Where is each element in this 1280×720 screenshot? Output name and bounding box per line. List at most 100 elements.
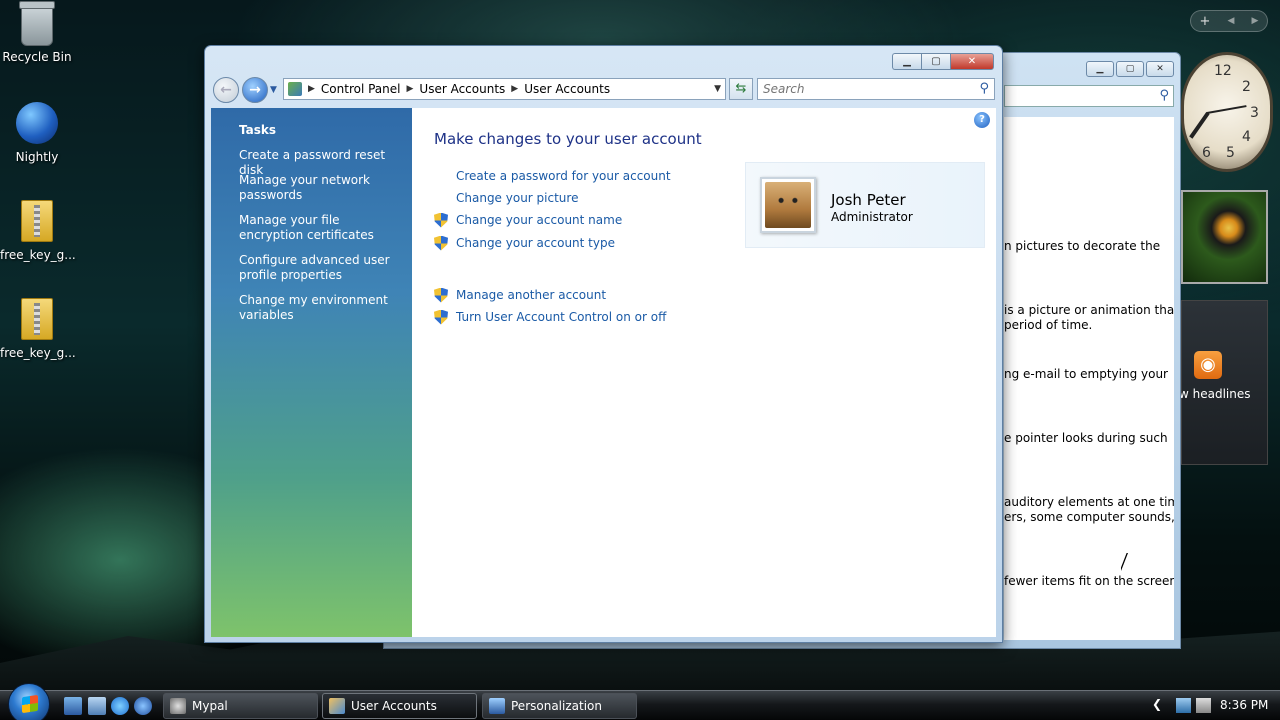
start-button[interactable] <box>8 683 50 720</box>
forward-button[interactable]: → <box>242 77 268 103</box>
refresh-button[interactable]: ⇆ <box>729 78 753 100</box>
maximize-button[interactable]: ▢ <box>921 53 950 70</box>
description-text: ers, some computer sounds, <box>1004 510 1174 524</box>
action-label[interactable]: Create a password for your account <box>456 169 671 183</box>
minimize-button[interactable]: ▁ <box>1086 61 1114 77</box>
volume-muted-icon[interactable] <box>1196 698 1211 713</box>
breadcrumb-item[interactable]: User Accounts <box>419 82 505 96</box>
show-hidden-icons-arrow[interactable]: ❮ <box>1152 697 1162 711</box>
task-link-network-passwords[interactable]: Manage your network passwords <box>239 173 404 203</box>
create-password-link[interactable]: Create a password for your account <box>434 167 671 185</box>
clock-gadget[interactable]: 12 2 3 4 5 6 <box>1181 52 1273 172</box>
robot-avatar-icon <box>765 182 811 228</box>
search-input[interactable]: ⚲ <box>1004 85 1174 107</box>
avatar[interactable] <box>760 177 816 233</box>
close-button[interactable]: ✕ <box>1146 61 1174 77</box>
desktop-icon-free-key-1[interactable]: free_key_g... <box>0 200 76 262</box>
user-accounts-window[interactable]: ▁ ▢ ✕ ← → ▼ ▶ Control Panel ▶ User Accou… <box>204 45 1003 643</box>
description-text: fewer items fit on the screen. <box>1004 574 1174 588</box>
clock-minute-hand <box>1206 105 1247 114</box>
clock-hour-hand <box>1189 111 1210 139</box>
feed-headlines-label: w headlines <box>1179 387 1251 401</box>
nightly-quicklaunch-icon[interactable] <box>134 697 152 715</box>
show-desktop-icon[interactable] <box>64 697 82 715</box>
user-account-card: Josh Peter Administrator <box>745 162 985 248</box>
taskbar: Mypal User Accounts Personalization ❮ 8:… <box>0 683 1280 720</box>
clock-number: 2 <box>1242 79 1251 95</box>
description-text: period of time. <box>1004 318 1093 332</box>
rss-feed-icon: ◉ <box>1194 351 1222 379</box>
window-controls: ▁ ▢ ✕ <box>892 53 994 70</box>
action-label[interactable]: Turn User Account Control on or off <box>456 310 666 324</box>
manage-another-account-link[interactable]: Manage another account <box>434 286 606 304</box>
close-button[interactable]: ✕ <box>950 53 994 70</box>
action-label[interactable]: Change your picture <box>456 191 578 205</box>
network-icon[interactable] <box>1176 698 1191 713</box>
uac-shield-icon <box>434 309 448 325</box>
action-label[interactable]: Change your account name <box>456 213 622 227</box>
navigation-bar: ← → ▼ ▶ Control Panel ▶ User Accounts ▶ … <box>213 77 995 103</box>
change-account-type-link[interactable]: Change your account type <box>434 234 615 252</box>
desktop-icon-recycle-bin[interactable]: Recycle Bin <box>0 1 74 64</box>
user-role: Administrator <box>831 210 913 224</box>
recent-pages-dropdown[interactable]: ▼ <box>270 85 277 95</box>
maximize-button[interactable]: ▢ <box>1116 61 1144 77</box>
back-button[interactable]: ← <box>213 77 239 103</box>
feed-headlines-gadget[interactable]: ◉ w headlines <box>1179 300 1268 465</box>
breadcrumb-separator[interactable]: ▶ <box>308 82 315 96</box>
description-text: e pointer looks during such <box>1004 431 1168 445</box>
address-dropdown-icon[interactable]: ▼ <box>714 84 721 94</box>
desktop-icon-nightly[interactable]: Nightly <box>0 102 74 164</box>
search-icon[interactable]: ⚲ <box>1159 88 1169 103</box>
task-link-profile-properties[interactable]: Configure advanced user profile properti… <box>239 253 404 283</box>
breadcrumb-separator[interactable]: ▶ <box>407 82 414 96</box>
switch-windows-icon[interactable] <box>88 697 106 715</box>
clock-number: 4 <box>1242 129 1251 145</box>
search-icon[interactable]: ⚲ <box>979 81 989 96</box>
taskbar-button-label: Personalization <box>511 699 602 713</box>
sidebar-gadget-toolbar[interactable]: + ◀ ▶ <box>1190 10 1268 32</box>
tasks-pane: Tasks Create a password reset disk Manag… <box>211 108 412 637</box>
help-button[interactable]: ? <box>974 112 990 128</box>
mouse-pointer-icon <box>1120 552 1127 570</box>
action-label[interactable]: Change your account type <box>456 236 615 250</box>
breadcrumb: ▶ Control Panel ▶ User Accounts ▶ User A… <box>308 82 610 96</box>
taskbar-button-mypal[interactable]: Mypal <box>163 693 318 719</box>
slideshow-gadget-toucan-image[interactable] <box>1181 190 1268 284</box>
search-box[interactable]: ⚲ <box>757 78 995 100</box>
change-account-name-link[interactable]: Change your account name <box>434 211 622 229</box>
task-link-encryption-certificates[interactable]: Manage your file encryption certificates <box>239 213 404 243</box>
task-link-environment-variables[interactable]: Change my environment variables <box>239 293 404 323</box>
system-clock[interactable]: 8:36 PM <box>1220 698 1268 712</box>
change-picture-link[interactable]: Change your picture <box>434 189 578 207</box>
personalization-content: n pictures to decorate the is a picture … <box>1004 117 1174 640</box>
breadcrumb-item[interactable]: User Accounts <box>524 82 610 96</box>
taskbar-button-personalization[interactable]: Personalization <box>482 693 637 719</box>
address-bar[interactable]: ▶ Control Panel ▶ User Accounts ▶ User A… <box>283 78 726 100</box>
prev-gadget-icon[interactable]: ◀ <box>1228 16 1235 26</box>
taskbar-button-label: User Accounts <box>351 699 437 713</box>
search-input[interactable] <box>758 79 958 99</box>
minimize-button[interactable]: ▁ <box>892 53 921 70</box>
add-gadget-icon[interactable]: + <box>1200 14 1211 29</box>
description-text: is a picture or animation that <box>1004 303 1174 317</box>
taskbar-button-label: Mypal <box>192 699 228 713</box>
next-gadget-icon[interactable]: ▶ <box>1252 16 1259 26</box>
page-title: Make changes to your user account <box>434 130 702 148</box>
desktop-icon-free-key-2[interactable]: free_key_g... <box>0 298 76 360</box>
desktop-icon-label: free_key_g... <box>0 346 76 360</box>
desktop-icon-label: free_key_g... <box>0 248 76 262</box>
clock-number: 5 <box>1226 145 1235 161</box>
internet-explorer-icon[interactable] <box>111 697 129 715</box>
uac-shield-icon <box>434 212 448 228</box>
recycle-bin-icon <box>19 1 55 46</box>
breadcrumb-separator[interactable]: ▶ <box>511 82 518 96</box>
uac-toggle-link[interactable]: Turn User Account Control on or off <box>434 308 666 326</box>
taskbar-button-user-accounts[interactable]: User Accounts <box>322 693 477 719</box>
zip-folder-icon <box>21 200 53 242</box>
personalization-icon <box>489 698 505 714</box>
description-text: ng e-mail to emptying your <box>1004 367 1168 381</box>
action-label[interactable]: Manage another account <box>456 288 606 302</box>
user-accounts-icon <box>329 698 345 714</box>
breadcrumb-item[interactable]: Control Panel <box>321 82 401 96</box>
